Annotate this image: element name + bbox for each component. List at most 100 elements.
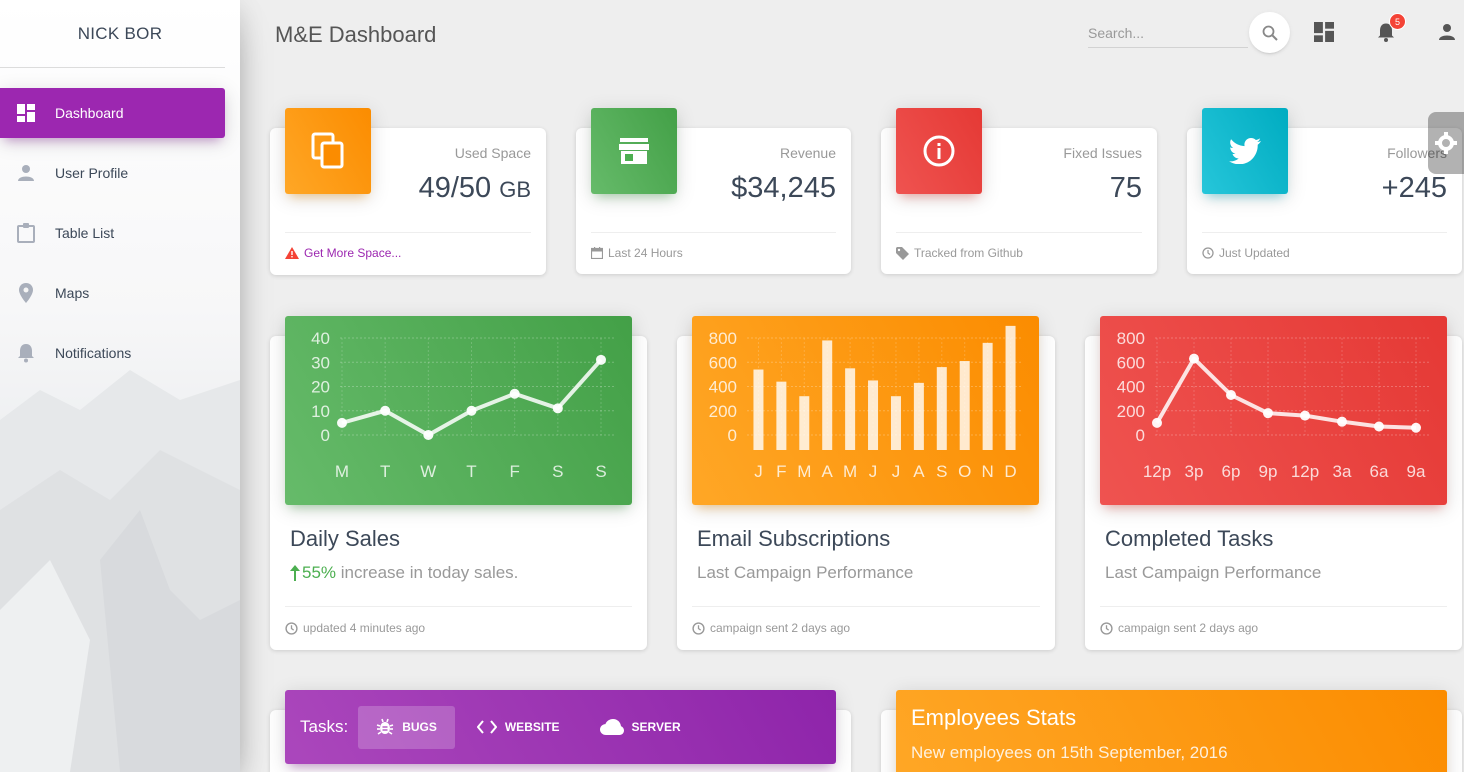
percent-change: 55% <box>302 563 337 582</box>
bar <box>1005 325 1016 450</box>
tag-icon <box>896 246 909 260</box>
search-input[interactable] <box>1088 18 1248 48</box>
chart-header: 40 30 20 10 0 M T W T F S S <box>285 316 632 505</box>
y-tick-label: 0 <box>728 426 737 445</box>
sidebar-item-label: Maps <box>55 285 90 301</box>
x-tick-label: D <box>1004 462 1016 481</box>
chart-footer: campaign sent 2 days ago <box>1100 606 1447 635</box>
dashboard-icon <box>1314 22 1334 42</box>
stat-icon-box <box>591 108 677 194</box>
data-point <box>509 388 520 399</box>
clock-icon <box>285 621 298 635</box>
sidebar-item-table-list[interactable]: Table List <box>0 208 225 258</box>
search-icon <box>1262 25 1278 41</box>
settings-plugin-button[interactable] <box>1428 112 1464 174</box>
user-menu-button[interactable] <box>1435 20 1459 44</box>
stat-footer: Just Updated <box>1202 232 1447 260</box>
calendar-icon <box>591 247 603 259</box>
chart-footer-text: campaign sent 2 days ago <box>1118 621 1259 635</box>
sidebar-item-dashboard[interactable]: Dashboard <box>0 88 225 138</box>
y-tick-label: 40 <box>311 329 330 348</box>
twitter-icon <box>1229 138 1261 164</box>
chart-header: 800 600 400 200 0 12p 3p 6p 9p 12p 3a 6a 9a <box>1100 316 1447 505</box>
chart-title: Daily Sales <box>290 526 401 551</box>
tab-server[interactable]: SERVER <box>582 706 699 749</box>
content-copy-icon <box>311 132 345 170</box>
bar <box>982 342 993 450</box>
store-icon <box>619 138 649 164</box>
notifications-button[interactable]: 5 <box>1374 13 1406 44</box>
chart-title: Completed Tasks <box>1105 526 1274 551</box>
stat-value-number: 49/50 <box>418 172 492 204</box>
clock-icon <box>1100 621 1113 635</box>
sidebar-brand[interactable]: NICK BOR <box>0 0 240 68</box>
update-icon <box>1202 247 1214 259</box>
y-tick-label: 200 <box>709 402 737 421</box>
page-title[interactable]: M&E Dashboard <box>275 22 436 48</box>
tasks-label: Tasks: <box>300 717 349 736</box>
x-tick-label: W <box>420 462 436 481</box>
stat-value: +245 <box>1381 172 1447 204</box>
get-more-space-link[interactable]: Get More Space... <box>304 246 401 260</box>
stat-footer-text: Tracked from Github <box>914 246 1023 260</box>
sidebar-item-notifications[interactable]: Notifications <box>0 328 225 378</box>
x-tick-label: 9p <box>1259 462 1278 481</box>
data-point <box>1337 416 1347 427</box>
stat-footer: Last 24 Hours <box>591 232 836 260</box>
x-tick-label: A <box>913 462 925 481</box>
tab-website[interactable]: WEBSITE <box>459 706 578 749</box>
bar <box>799 396 810 450</box>
x-tick-label: S <box>552 462 563 481</box>
x-tick-label: 6p <box>1222 462 1241 481</box>
sidebar-item-label: Notifications <box>55 345 132 361</box>
code-icon <box>476 720 497 734</box>
data-point <box>1152 417 1162 428</box>
bar <box>936 367 947 450</box>
x-tick-label: O <box>958 462 971 481</box>
tab-bugs[interactable]: BUGS <box>358 705 455 749</box>
y-tick-label: 600 <box>709 353 737 372</box>
data-point <box>466 405 477 416</box>
bar <box>959 361 970 450</box>
data-point <box>337 417 347 428</box>
chart-subtitle: Last Campaign Performance <box>697 563 914 582</box>
stat-footer: Get More Space... <box>285 232 531 260</box>
chart-card-email-subscriptions: 800 600 400 200 0 J F M A M J J A S O N D Email Subscrip… <box>677 316 1055 650</box>
x-tick-label: 12p <box>1291 462 1319 481</box>
series-line <box>1155 356 1417 430</box>
data-point <box>1226 389 1236 400</box>
dashboard-header-button[interactable] <box>1312 20 1336 44</box>
sidebar-item-user-profile[interactable]: User Profile <box>0 148 225 198</box>
x-tick-label: 9a <box>1407 462 1426 481</box>
chart-header: 800 600 400 200 0 J F M A M J J A S O N D <box>692 316 1039 505</box>
employees-title: Employees Stats <box>911 705 1077 730</box>
chart-footer: campaign sent 2 days ago <box>692 606 1040 635</box>
x-tick-label: A <box>822 462 834 481</box>
y-tick-label: 600 <box>1117 353 1145 372</box>
y-tick-label: 800 <box>1117 329 1145 348</box>
chart-footer-text: campaign sent 2 days ago <box>710 621 851 635</box>
search-button[interactable] <box>1249 12 1290 53</box>
stat-card-used-space: Used Space 49/50 GB Get More Space... <box>270 108 546 275</box>
data-point <box>1263 408 1273 419</box>
sidebar-background-image <box>0 370 240 772</box>
y-tick-label: 30 <box>311 353 330 372</box>
y-tick-label: 20 <box>311 378 330 397</box>
x-tick-label: T <box>380 462 390 481</box>
stat-category: Used Space <box>454 145 531 161</box>
x-tick-label: S <box>936 462 947 481</box>
sidebar-item-label: Table List <box>55 225 115 241</box>
x-tick-label: M <box>335 462 349 481</box>
employees-card: Employees Stats New employees on 15th Se… <box>881 690 1462 772</box>
x-tick-label: F <box>509 462 519 481</box>
clipboard-icon <box>15 222 37 244</box>
sidebar-item-label: User Profile <box>55 165 129 181</box>
y-tick-label: 400 <box>1117 378 1145 397</box>
chart-subtitle: 55% increase in today sales. <box>290 563 518 583</box>
sidebar-item-maps[interactable]: Maps <box>0 268 225 318</box>
person-icon <box>1438 23 1456 41</box>
data-point <box>1411 422 1421 433</box>
y-tick-label: 400 <box>709 378 737 397</box>
clock-icon <box>692 621 705 635</box>
data-point <box>1189 353 1199 364</box>
